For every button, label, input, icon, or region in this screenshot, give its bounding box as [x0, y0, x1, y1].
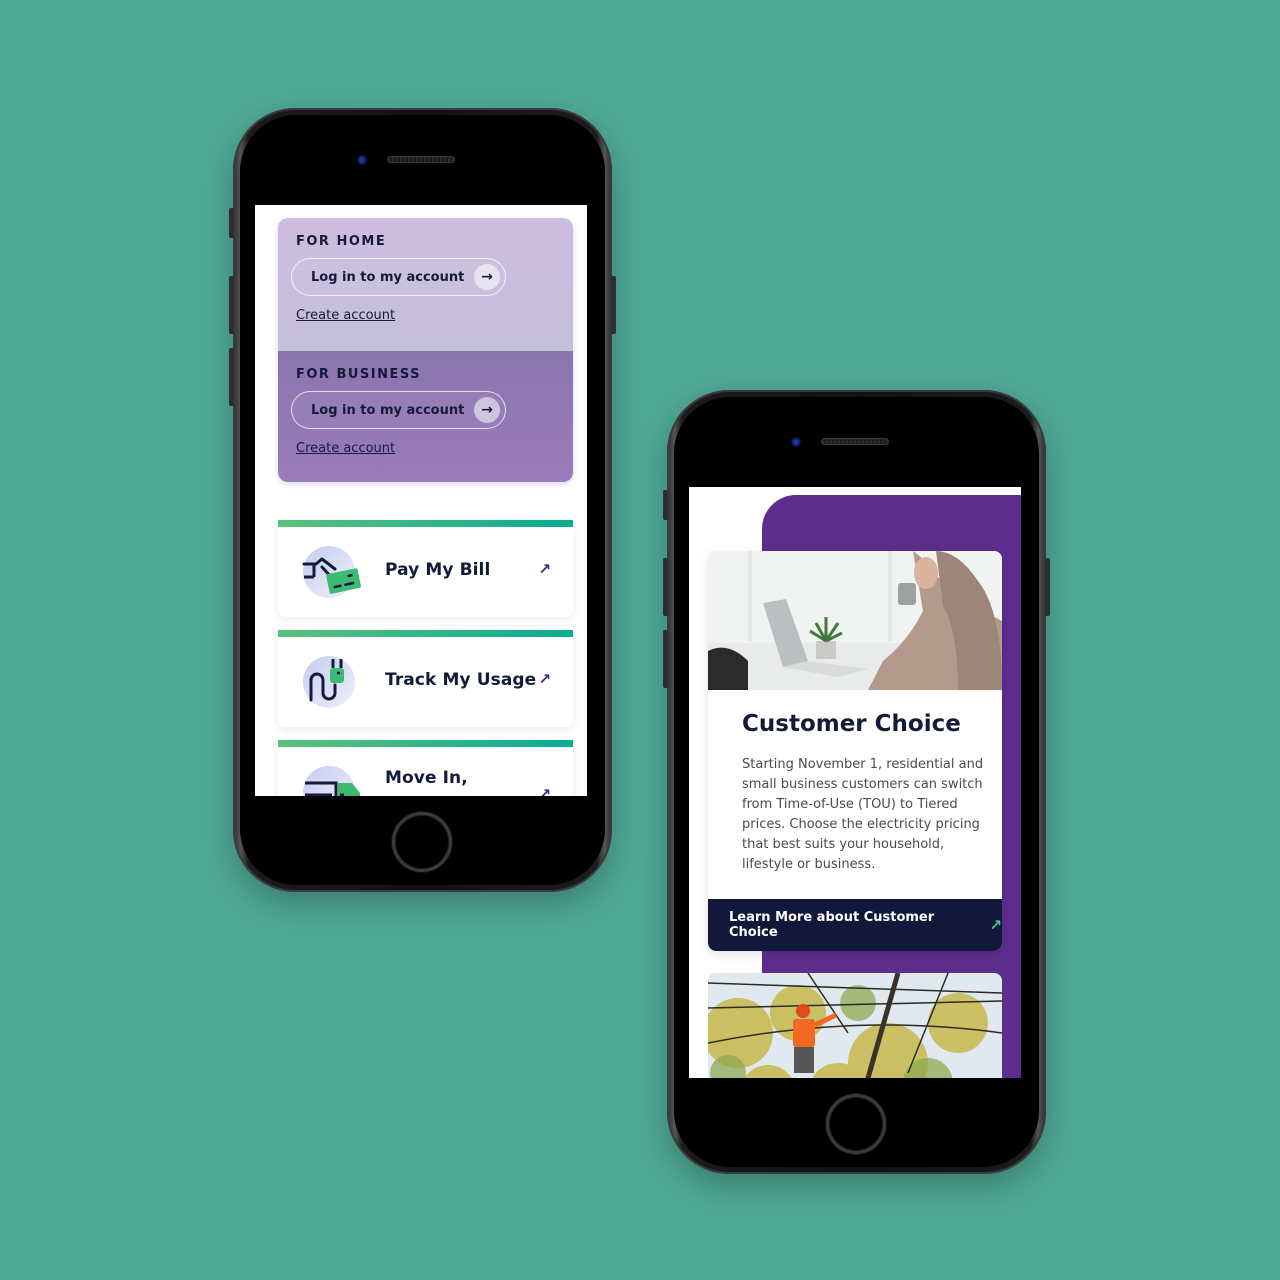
external-arrow-icon: ↗: [538, 785, 551, 796]
customer-choice-card: Customer Choice Starting November 1, res…: [708, 551, 1002, 951]
power-button: [1045, 558, 1050, 616]
woman-at-laptop-photo: [708, 551, 1002, 690]
volume-down-button: [229, 348, 234, 406]
line-worker-in-trees-photo: [708, 973, 1002, 1078]
earpiece-speaker: [821, 438, 889, 445]
home-login-label: Log in to my account: [311, 269, 465, 285]
volume-down-button: [663, 630, 668, 688]
plug-cable-icon: [302, 655, 358, 709]
card-accent-bar: [278, 520, 573, 527]
home-button[interactable]: [826, 1094, 886, 1154]
external-arrow-icon: ↗: [538, 560, 551, 578]
section-label-business: FOR BUSINESS: [296, 367, 422, 382]
arrow-right-icon: →: [474, 264, 500, 290]
business-login-label: Log in to my account: [311, 402, 465, 418]
external-arrow-icon: ↗: [538, 670, 551, 688]
quick-link-title: Move In,: [385, 768, 468, 788]
section-label-home: FOR HOME: [296, 234, 387, 249]
quick-link-title: Pay My Bill: [385, 560, 491, 580]
feature-title: Customer Choice: [742, 711, 961, 737]
external-arrow-icon: ↗: [989, 916, 1002, 934]
moving-truck-icon: [302, 765, 360, 796]
power-button: [611, 276, 616, 334]
quick-link-move-in[interactable]: Move In, ↗: [278, 740, 573, 796]
quick-link-pay-bill[interactable]: Pay My Bill ↗: [278, 520, 573, 617]
phone-screen: Customer Choice Starting November 1, res…: [689, 487, 1021, 1078]
quick-link-title: Track My Usage: [385, 670, 537, 690]
phone-screen: FOR HOME Log in to my account → Create a…: [255, 205, 587, 796]
credit-card-hand-icon: [302, 545, 361, 599]
business-create-account-link[interactable]: Create account: [296, 441, 395, 456]
phone-mockup-left: FOR HOME Log in to my account → Create a…: [229, 108, 616, 892]
arrow-right-icon: →: [474, 397, 500, 423]
card-accent-bar: [278, 630, 573, 637]
mute-switch: [663, 490, 668, 520]
login-section-business: FOR BUSINESS Log in to my account → Crea…: [278, 351, 573, 482]
home-button[interactable]: [392, 812, 452, 872]
earpiece-speaker: [387, 156, 455, 163]
learn-more-button[interactable]: Learn More about Customer Choice ↗: [708, 899, 1002, 951]
business-login-button[interactable]: Log in to my account →: [291, 391, 506, 429]
phone-mockup-right: Customer Choice Starting November 1, res…: [663, 390, 1050, 1174]
login-panel: FOR HOME Log in to my account → Create a…: [278, 218, 573, 482]
mute-switch: [229, 208, 234, 238]
learn-more-label: Learn More about Customer Choice: [729, 910, 935, 940]
login-section-home: FOR HOME Log in to my account → Create a…: [278, 218, 573, 351]
home-create-account-link[interactable]: Create account: [296, 308, 395, 323]
home-login-button[interactable]: Log in to my account →: [291, 258, 506, 296]
volume-up-button: [663, 558, 668, 616]
feature-description: Starting November 1, residential and sma…: [742, 757, 984, 872]
volume-up-button: [229, 276, 234, 334]
front-camera: [357, 155, 367, 165]
quick-link-track-usage[interactable]: Track My Usage ↗: [278, 630, 573, 727]
card-accent-bar: [278, 740, 573, 747]
front-camera: [791, 437, 801, 447]
